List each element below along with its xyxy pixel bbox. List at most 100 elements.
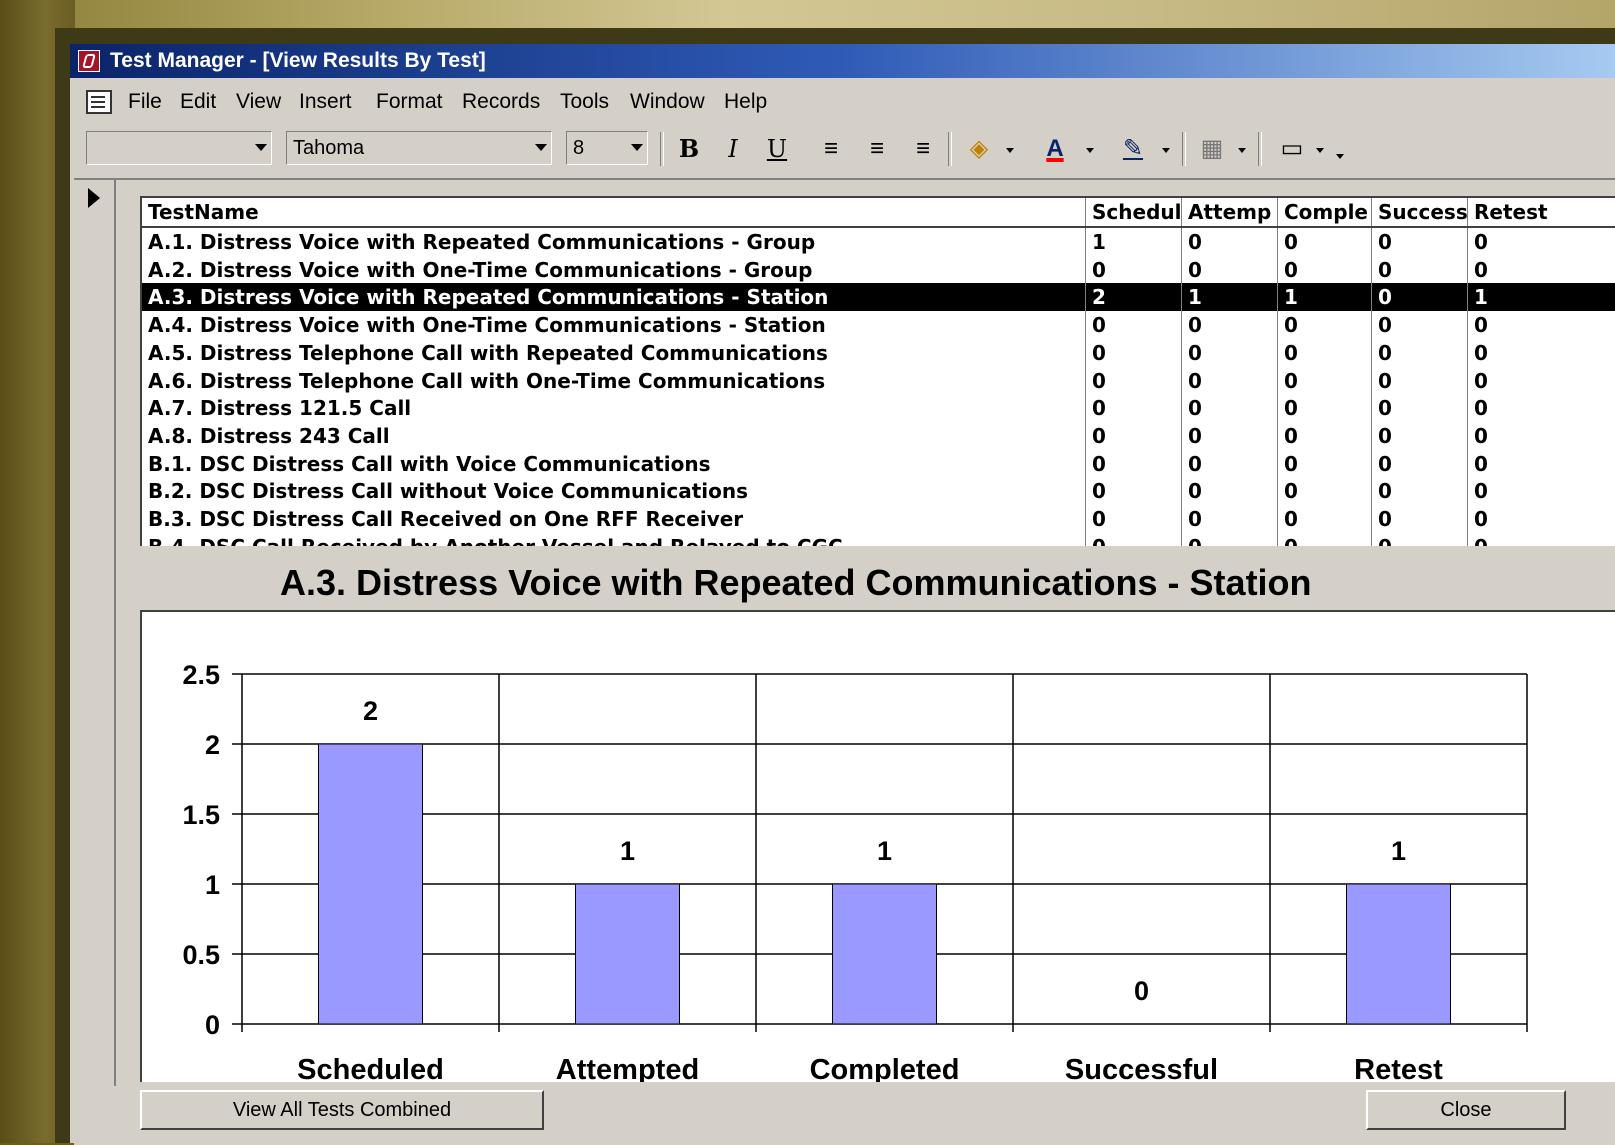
font-name-combo[interactable]: Tahoma (286, 131, 552, 165)
table-cell-value[interactable]: 0 (1182, 255, 1278, 284)
chevron-down-icon[interactable] (1316, 148, 1324, 153)
table-cell-value[interactable]: 0 (1468, 228, 1615, 256)
table-row[interactable]: B.4. DSC Call Received by Another Vessel… (142, 532, 1615, 546)
table-cell-value[interactable]: 0 (1372, 449, 1468, 478)
table-cell-value[interactable]: 0 (1086, 477, 1182, 506)
menu-format[interactable]: Format (376, 82, 443, 122)
menu-view[interactable]: View (236, 82, 281, 122)
table-row[interactable]: A.5. Distress Telephone Call with Repeat… (142, 338, 1615, 367)
table-cell-value[interactable]: 0 (1182, 505, 1278, 533)
table-cell-value[interactable]: 1 (1086, 228, 1182, 256)
table-cell-value[interactable]: 0 (1278, 421, 1372, 450)
table-cell-testname[interactable]: A.6. Distress Telephone Call with One-Ti… (142, 366, 1086, 395)
table-cell-value[interactable]: 0 (1372, 283, 1468, 312)
table-cell-value[interactable]: 0 (1278, 505, 1372, 533)
table-cell-testname[interactable]: B.2. DSC Distress Call without Voice Com… (142, 477, 1086, 506)
table-cell-value[interactable]: 0 (1086, 505, 1182, 533)
table-cell-value[interactable]: 0 (1468, 367, 1615, 395)
table-cell-value[interactable]: 0 (1086, 255, 1182, 284)
table-cell-value[interactable]: 0 (1182, 338, 1278, 367)
table-cell-value[interactable]: 1 (1182, 283, 1278, 312)
chevron-down-icon[interactable] (535, 144, 547, 151)
toolbar-options-icon[interactable] (1336, 154, 1344, 159)
table-cell-value[interactable]: 0 (1468, 533, 1615, 546)
table-cell-value[interactable]: 0 (1372, 255, 1468, 284)
font-size-combo[interactable]: 8 (566, 131, 648, 165)
table-cell-value[interactable]: 0 (1278, 477, 1372, 506)
table-cell-testname[interactable]: A.4. Distress Voice with One-Time Commun… (142, 311, 1086, 340)
menu-tools[interactable]: Tools (560, 82, 609, 122)
form-control-menu-icon[interactable] (86, 90, 112, 114)
table-cell-testname[interactable]: A.3. Distress Voice with Repeated Commun… (142, 283, 1086, 312)
special-effect-icon[interactable]: ▭ (1274, 131, 1310, 167)
table-cell-value[interactable]: 1 (1468, 283, 1615, 311)
table-cell-value[interactable]: 0 (1372, 532, 1468, 546)
results-datasheet[interactable]: TestName Schedul Attemp Comple Success R… (140, 196, 1615, 546)
column-header-testname[interactable]: TestName (142, 198, 1086, 226)
chevron-down-icon[interactable] (1162, 148, 1170, 153)
column-header-successful[interactable]: Success (1372, 198, 1468, 226)
table-cell-value[interactable]: 0 (1468, 311, 1615, 339)
table-cell-testname[interactable]: A.5. Distress Telephone Call with Repeat… (142, 338, 1086, 367)
table-cell-value[interactable]: 0 (1278, 532, 1372, 546)
table-cell-value[interactable]: 0 (1182, 394, 1278, 423)
align-left-icon[interactable]: ≡ (814, 131, 848, 167)
chevron-down-icon[interactable] (1006, 148, 1014, 153)
table-row[interactable]: B.2. DSC Distress Call without Voice Com… (142, 477, 1615, 506)
table-row[interactable]: A.2. Distress Voice with One-Time Commun… (142, 255, 1615, 284)
table-row[interactable]: A.1. Distress Voice with Repeated Commun… (142, 228, 1615, 256)
chevron-down-icon[interactable] (1238, 148, 1246, 153)
table-cell-value[interactable]: 0 (1182, 366, 1278, 395)
bold-button[interactable]: B (674, 131, 704, 167)
table-cell-value[interactable]: 0 (1278, 449, 1372, 478)
table-cell-value[interactable]: 0 (1278, 394, 1372, 423)
align-center-icon[interactable]: ≡ (860, 131, 894, 167)
border-style-icon[interactable]: ▦ (1194, 131, 1230, 167)
menu-insert[interactable]: Insert (299, 82, 352, 122)
menu-window[interactable]: Window (630, 82, 705, 122)
table-row[interactable]: B.1. DSC Distress Call with Voice Commun… (142, 449, 1615, 478)
align-right-icon[interactable]: ≡ (906, 131, 940, 167)
object-combo[interactable] (86, 131, 272, 165)
table-cell-value[interactable]: 0 (1182, 311, 1278, 340)
table-row[interactable]: A.3. Distress Voice with Repeated Commun… (142, 283, 1615, 312)
table-cell-value[interactable]: 1 (1278, 283, 1372, 312)
menu-file[interactable]: File (128, 82, 162, 122)
menu-help[interactable]: Help (724, 82, 767, 122)
table-row[interactable]: B.3. DSC Distress Call Received on One R… (142, 505, 1615, 533)
column-header-attempted[interactable]: Attemp (1182, 198, 1278, 226)
table-cell-testname[interactable]: B.3. DSC Distress Call Received on One R… (142, 505, 1086, 533)
table-cell-testname[interactable]: B.1. DSC Distress Call with Voice Commun… (142, 449, 1086, 478)
table-cell-value[interactable]: 2 (1086, 283, 1182, 312)
column-header-retest[interactable]: Retest (1468, 198, 1615, 226)
table-cell-value[interactable]: 0 (1086, 449, 1182, 478)
table-cell-value[interactable]: 0 (1182, 477, 1278, 506)
table-cell-testname[interactable]: A.8. Distress 243 Call (142, 421, 1086, 450)
record-selector[interactable] (74, 180, 116, 1143)
view-all-tests-button[interactable]: View All Tests Combined (140, 1090, 544, 1130)
table-cell-value[interactable]: 0 (1372, 338, 1468, 367)
table-cell-value[interactable]: 0 (1372, 366, 1468, 395)
close-button[interactable]: Close (1366, 1090, 1566, 1130)
chevron-down-icon[interactable] (631, 144, 643, 151)
table-cell-value[interactable]: 0 (1372, 477, 1468, 506)
table-cell-value[interactable]: 0 (1468, 394, 1615, 422)
table-cell-testname[interactable]: B.4. DSC Call Received by Another Vessel… (142, 532, 1086, 546)
table-row[interactable]: A.6. Distress Telephone Call with One-Ti… (142, 366, 1615, 395)
table-cell-testname[interactable]: A.2. Distress Voice with One-Time Commun… (142, 255, 1086, 284)
table-cell-value[interactable]: 0 (1086, 421, 1182, 450)
table-row[interactable]: A.8. Distress 243 Call 0 0 0 0 0 (142, 421, 1615, 450)
table-cell-value[interactable]: 0 (1372, 505, 1468, 533)
table-cell-value[interactable]: 0 (1468, 339, 1615, 367)
chevron-down-icon[interactable] (255, 144, 267, 151)
table-cell-value[interactable]: 0 (1372, 394, 1468, 423)
table-cell-value[interactable]: 0 (1468, 256, 1615, 284)
table-cell-value[interactable]: 0 (1372, 228, 1468, 256)
table-cell-value[interactable]: 0 (1278, 366, 1372, 395)
table-cell-value[interactable]: 0 (1182, 449, 1278, 478)
access-app-icon[interactable] (78, 50, 100, 72)
table-cell-value[interactable]: 0 (1278, 228, 1372, 256)
font-color-icon[interactable]: A (1038, 131, 1072, 167)
column-header-completed[interactable]: Comple (1278, 198, 1372, 226)
underline-button[interactable]: U (762, 131, 792, 167)
